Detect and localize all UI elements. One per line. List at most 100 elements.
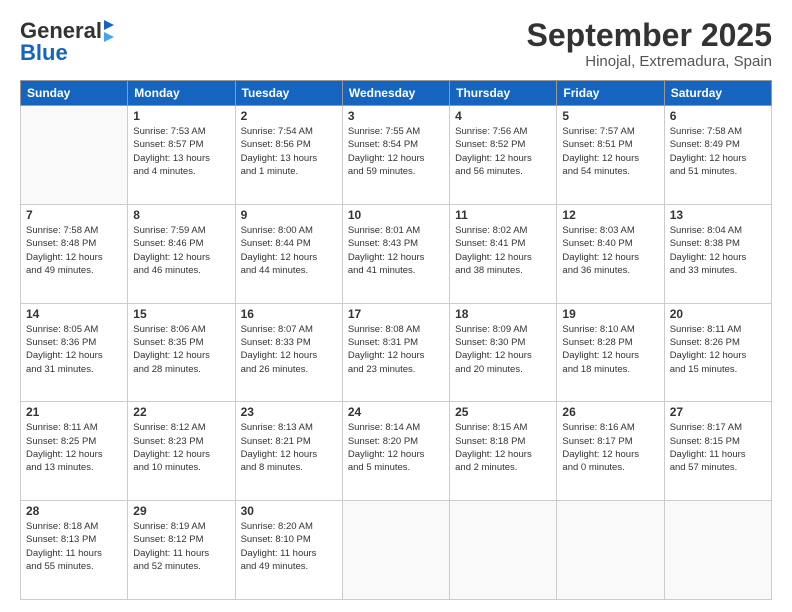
- day-info: Sunrise: 8:17 AM Sunset: 8:15 PM Dayligh…: [670, 421, 766, 474]
- day-info: Sunrise: 8:02 AM Sunset: 8:41 PM Dayligh…: [455, 224, 551, 277]
- calendar-cell: 25 Sunrise: 8:15 AM Sunset: 8:18 PM Dayli…: [450, 402, 557, 501]
- day-number: 24: [348, 405, 444, 419]
- day-info: Sunrise: 7:59 AM Sunset: 8:46 PM Dayligh…: [133, 224, 229, 277]
- day-number: 27: [670, 405, 766, 419]
- day-number: 1: [133, 109, 229, 123]
- week-row-3: 21 Sunrise: 8:11 AM Sunset: 8:25 PM Dayli…: [21, 402, 772, 501]
- calendar-cell: 11 Sunrise: 8:02 AM Sunset: 8:41 PM Dayli…: [450, 204, 557, 303]
- day-number: 2: [241, 109, 337, 123]
- calendar-cell: 23Sunrise: 8:13 AM Sunset: 8:21 PM Dayli…: [235, 402, 342, 501]
- weekday-friday: Friday: [557, 81, 664, 106]
- calendar-body: 1 Sunrise: 7:53 AM Sunset: 8:57 PM Daylig…: [21, 106, 772, 600]
- logo: General Blue: [20, 18, 114, 66]
- day-number: 26: [562, 405, 658, 419]
- calendar-cell: 13 Sunrise: 8:04 AM Sunset: 8:38 PM Dayli…: [664, 204, 771, 303]
- day-number: 15: [133, 307, 229, 321]
- day-number: 14: [26, 307, 122, 321]
- day-number: 3: [348, 109, 444, 123]
- day-number: 6: [670, 109, 766, 123]
- calendar-cell: 7 Sunrise: 7:58 AM Sunset: 8:48 PM Daylig…: [21, 204, 128, 303]
- day-info: Sunrise: 8:19 AM Sunset: 8:12 PM Dayligh…: [133, 520, 229, 573]
- day-number: 10: [348, 208, 444, 222]
- calendar-cell: 8 Sunrise: 7:59 AM Sunset: 8:46 PM Daylig…: [128, 204, 235, 303]
- location-title: Hinojal, Extremadura, Spain: [527, 53, 772, 70]
- calendar-cell: 22 Sunrise: 8:12 AM Sunset: 8:23 PM Dayli…: [128, 402, 235, 501]
- day-number: 5: [562, 109, 658, 123]
- day-info: Sunrise: 8:18 AM Sunset: 8:13 PM Dayligh…: [26, 520, 122, 573]
- calendar-cell: 29 Sunrise: 8:19 AM Sunset: 8:12 PM Dayli…: [128, 501, 235, 600]
- weekday-monday: Monday: [128, 81, 235, 106]
- day-number: 20: [670, 307, 766, 321]
- day-number: 28: [26, 504, 122, 518]
- day-number: 12: [562, 208, 658, 222]
- day-info: Sunrise: 8:01 AM Sunset: 8:43 PM Dayligh…: [348, 224, 444, 277]
- day-info: Sunrise: 8:07 AM Sunset: 8:33 PM Dayligh…: [241, 323, 337, 376]
- day-info: Sunrise: 8:15 AM Sunset: 8:18 PM Dayligh…: [455, 421, 551, 474]
- calendar-cell: [21, 106, 128, 205]
- weekday-sunday: Sunday: [21, 81, 128, 106]
- calendar-cell: 27 Sunrise: 8:17 AM Sunset: 8:15 PM Dayli…: [664, 402, 771, 501]
- day-info: Sunrise: 8:06 AM Sunset: 8:35 PM Dayligh…: [133, 323, 229, 376]
- logo-blue: Blue: [20, 40, 68, 66]
- day-info: Sunrise: 8:16 AM Sunset: 8:17 PM Dayligh…: [562, 421, 658, 474]
- weekday-header-row: SundayMondayTuesdayWednesdayThursdayFrid…: [21, 81, 772, 106]
- day-number: 30: [241, 504, 337, 518]
- day-number: 25: [455, 405, 551, 419]
- week-row-1: 7 Sunrise: 7:58 AM Sunset: 8:48 PM Daylig…: [21, 204, 772, 303]
- day-number: 18: [455, 307, 551, 321]
- day-info: Sunrise: 7:58 AM Sunset: 8:49 PM Dayligh…: [670, 125, 766, 178]
- header: General Blue September 2025 Hinojal, Ext…: [20, 18, 772, 70]
- day-info: Sunrise: 7:56 AM Sunset: 8:52 PM Dayligh…: [455, 125, 551, 178]
- day-number: 8: [133, 208, 229, 222]
- calendar-cell: 15 Sunrise: 8:06 AM Sunset: 8:35 PM Dayli…: [128, 303, 235, 402]
- day-info: Sunrise: 8:08 AM Sunset: 8:31 PM Dayligh…: [348, 323, 444, 376]
- weekday-wednesday: Wednesday: [342, 81, 449, 106]
- calendar-cell: 14Sunrise: 8:05 AM Sunset: 8:36 PM Dayli…: [21, 303, 128, 402]
- day-number: 9: [241, 208, 337, 222]
- calendar-cell: [557, 501, 664, 600]
- calendar-cell: 20Sunrise: 8:11 AM Sunset: 8:26 PM Dayli…: [664, 303, 771, 402]
- day-info: Sunrise: 8:12 AM Sunset: 8:23 PM Dayligh…: [133, 421, 229, 474]
- day-number: 29: [133, 504, 229, 518]
- calendar-cell: 18 Sunrise: 8:09 AM Sunset: 8:30 PM Dayli…: [450, 303, 557, 402]
- day-number: 13: [670, 208, 766, 222]
- calendar-cell: 9 Sunrise: 8:00 AM Sunset: 8:44 PM Daylig…: [235, 204, 342, 303]
- calendar-cell: 2Sunrise: 7:54 AM Sunset: 8:56 PM Daylig…: [235, 106, 342, 205]
- day-number: 11: [455, 208, 551, 222]
- calendar-cell: 17 Sunrise: 8:08 AM Sunset: 8:31 PM Dayli…: [342, 303, 449, 402]
- day-info: Sunrise: 7:58 AM Sunset: 8:48 PM Dayligh…: [26, 224, 122, 277]
- calendar-cell: 6 Sunrise: 7:58 AM Sunset: 8:49 PM Daylig…: [664, 106, 771, 205]
- calendar-cell: 3 Sunrise: 7:55 AM Sunset: 8:54 PM Daylig…: [342, 106, 449, 205]
- calendar-cell: 19 Sunrise: 8:10 AM Sunset: 8:28 PM Dayli…: [557, 303, 664, 402]
- calendar-cell: 12 Sunrise: 8:03 AM Sunset: 8:40 PM Dayli…: [557, 204, 664, 303]
- week-row-2: 14Sunrise: 8:05 AM Sunset: 8:36 PM Dayli…: [21, 303, 772, 402]
- weekday-thursday: Thursday: [450, 81, 557, 106]
- day-info: Sunrise: 8:09 AM Sunset: 8:30 PM Dayligh…: [455, 323, 551, 376]
- day-info: Sunrise: 8:10 AM Sunset: 8:28 PM Dayligh…: [562, 323, 658, 376]
- calendar-cell: 5Sunrise: 7:57 AM Sunset: 8:51 PM Daylig…: [557, 106, 664, 205]
- calendar-cell: 26 Sunrise: 8:16 AM Sunset: 8:17 PM Dayli…: [557, 402, 664, 501]
- day-info: Sunrise: 8:11 AM Sunset: 8:25 PM Dayligh…: [26, 421, 122, 474]
- day-number: 21: [26, 405, 122, 419]
- weekday-tuesday: Tuesday: [235, 81, 342, 106]
- day-number: 17: [348, 307, 444, 321]
- week-row-4: 28 Sunrise: 8:18 AM Sunset: 8:13 PM Dayli…: [21, 501, 772, 600]
- day-info: Sunrise: 8:20 AM Sunset: 8:10 PM Dayligh…: [241, 520, 337, 573]
- day-info: Sunrise: 7:55 AM Sunset: 8:54 PM Dayligh…: [348, 125, 444, 178]
- day-number: 16: [241, 307, 337, 321]
- day-info: Sunrise: 8:04 AM Sunset: 8:38 PM Dayligh…: [670, 224, 766, 277]
- calendar-cell: 4Sunrise: 7:56 AM Sunset: 8:52 PM Daylig…: [450, 106, 557, 205]
- day-info: Sunrise: 8:14 AM Sunset: 8:20 PM Dayligh…: [348, 421, 444, 474]
- calendar-cell: 10 Sunrise: 8:01 AM Sunset: 8:43 PM Dayli…: [342, 204, 449, 303]
- day-info: Sunrise: 7:53 AM Sunset: 8:57 PM Dayligh…: [133, 125, 229, 178]
- day-number: 7: [26, 208, 122, 222]
- day-number: 22: [133, 405, 229, 419]
- calendar-cell: 16 Sunrise: 8:07 AM Sunset: 8:33 PM Dayli…: [235, 303, 342, 402]
- day-number: 19: [562, 307, 658, 321]
- day-info: Sunrise: 8:00 AM Sunset: 8:44 PM Dayligh…: [241, 224, 337, 277]
- day-info: Sunrise: 8:13 AM Sunset: 8:21 PM Dayligh…: [241, 421, 337, 474]
- calendar-cell: [342, 501, 449, 600]
- day-info: Sunrise: 8:03 AM Sunset: 8:40 PM Dayligh…: [562, 224, 658, 277]
- month-title: September 2025: [527, 18, 772, 53]
- calendar-cell: 21 Sunrise: 8:11 AM Sunset: 8:25 PM Dayli…: [21, 402, 128, 501]
